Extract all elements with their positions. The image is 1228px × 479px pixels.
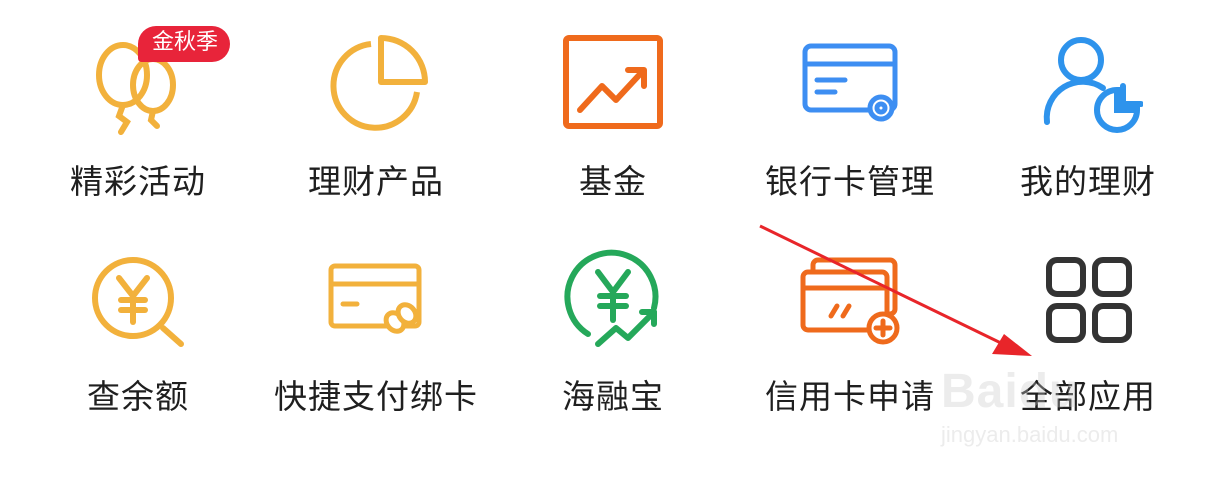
tile-check-balance[interactable]: 查余额	[28, 248, 248, 448]
tile-label: 我的理财	[1020, 162, 1156, 201]
grid-apps-icon	[1033, 248, 1143, 358]
card-link-icon	[321, 248, 431, 358]
trend-chart-icon	[558, 30, 668, 140]
tile-label: 信用卡申请	[765, 377, 935, 416]
tile-hairongbao[interactable]: 海融宝	[503, 248, 723, 448]
app-grid: 金秋季 精彩活动 理财产品 基金 银行卡管理 我的理财 查余额 快捷支付绑卡 海…	[0, 0, 1228, 479]
credit-card-add-icon	[795, 248, 905, 358]
yuan-growth-icon	[558, 248, 668, 358]
tile-credit-card-apply[interactable]: 信用卡申请	[740, 248, 960, 448]
tile-label: 快捷支付绑卡	[274, 377, 478, 416]
tile-activities[interactable]: 金秋季 精彩活动	[28, 26, 248, 230]
tile-label: 精彩活动	[70, 162, 206, 201]
tile-label: 基金	[579, 162, 647, 201]
pie-chart-icon	[321, 30, 431, 140]
tile-wealth-products[interactable]: 理财产品	[266, 30, 486, 230]
tile-label: 理财产品	[308, 162, 444, 201]
tile-label: 全部应用	[1020, 377, 1156, 416]
card-settings-icon	[795, 30, 905, 140]
tile-label: 查余额	[87, 377, 189, 416]
tile-fund[interactable]: 基金	[503, 30, 723, 230]
tile-quick-pay-bind[interactable]: 快捷支付绑卡	[266, 248, 486, 448]
tile-my-wealth[interactable]: 我的理财	[978, 30, 1198, 230]
user-pie-icon	[1033, 30, 1143, 140]
tile-all-apps[interactable]: 全部应用	[978, 248, 1198, 448]
tile-label: 银行卡管理	[765, 162, 935, 201]
tile-label: 海融宝	[562, 377, 664, 416]
promo-badge: 金秋季	[138, 26, 231, 62]
yuan-search-icon	[83, 248, 193, 358]
tile-card-management[interactable]: 银行卡管理	[740, 30, 960, 230]
